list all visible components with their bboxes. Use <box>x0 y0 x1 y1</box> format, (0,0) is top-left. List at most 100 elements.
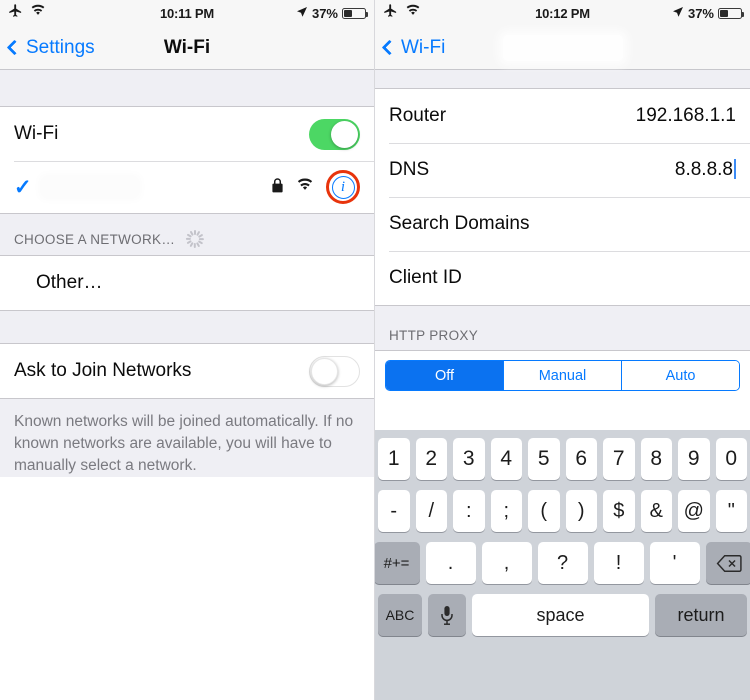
status-right-icons: 37% <box>672 5 744 21</box>
key-return[interactable]: return <box>655 594 747 636</box>
back-to-settings-button[interactable]: Settings <box>0 37 95 59</box>
bottom-fill <box>0 540 374 700</box>
table-row[interactable]: Search Domains <box>375 197 750 251</box>
network-info-button[interactable]: i <box>326 170 360 204</box>
other-network-group: Other… <box>0 255 374 311</box>
spacer-mid <box>0 311 374 343</box>
toggle-knob <box>331 120 358 148</box>
proxy-option-manual[interactable]: Manual <box>504 361 622 390</box>
table-row[interactable]: DNS 8.8.8.8 <box>375 143 750 197</box>
wifi-group: Wi-Fi ✓ i <box>0 106 374 214</box>
location-arrow-icon <box>672 6 684 21</box>
keyboard-row-symbols: - / : ; ( ) $ & @ " <box>378 490 747 532</box>
back-label: Wi-Fi <box>401 36 446 58</box>
table-row[interactable]: Client ID <box>375 251 750 305</box>
http-proxy-segmented-control[interactable]: Off Manual Auto <box>385 360 740 391</box>
battery-icon <box>718 7 744 19</box>
ask-to-join-footer: Known networks will be joined automatica… <box>0 399 374 477</box>
key-4[interactable]: 4 <box>490 438 522 480</box>
dual-screenshot: 10:11 PM 37% Settings Wi-Fi Wi-Fi ✓ i CH… <box>0 0 750 700</box>
status-bar-right: 10:12 PM 37% <box>375 0 750 26</box>
back-to-wifi-button[interactable]: Wi-Fi <box>375 37 445 59</box>
key-ampersand[interactable]: & <box>640 490 672 532</box>
wifi-toggle[interactable] <box>309 118 360 150</box>
chevron-left-icon <box>6 39 23 56</box>
key-semicolon[interactable]: ; <box>490 490 522 532</box>
dns-input[interactable]: 8.8.8.8 <box>675 159 736 181</box>
wifi-toggle-row[interactable]: Wi-Fi <box>0 107 374 161</box>
ip-settings-group: Router 192.168.1.1 DNS 8.8.8.8 Search Do… <box>375 88 750 306</box>
key-0[interactable]: 0 <box>715 438 747 480</box>
key-abc[interactable]: ABC <box>378 594 422 636</box>
http-proxy-control-wrap: Off Manual Auto <box>375 350 750 402</box>
ask-to-join-toggle[interactable] <box>309 355 360 387</box>
keyboard-row-punctuation: #+= . , ? ! ' <box>375 542 750 584</box>
key-question[interactable]: ? <box>537 542 588 584</box>
wifi-signal-icon <box>296 178 314 197</box>
other-network-row[interactable]: Other… <box>0 256 374 310</box>
key-period[interactable]: . <box>425 542 476 584</box>
key-space[interactable]: space <box>472 594 649 636</box>
numeric-keyboard: 1 2 3 4 5 6 7 8 9 0 - / : ; ( ) $ & @ " … <box>375 430 750 700</box>
row-label: Search Domains <box>389 213 530 234</box>
row-value[interactable]: 192.168.1.1 <box>636 105 736 127</box>
network-detail-screen: 10:12 PM 37% Wi-Fi Router 192.168.1.1 DN… <box>375 0 750 700</box>
battery-percent: 37% <box>687 5 714 21</box>
key-comma[interactable]: , <box>481 542 532 584</box>
key-5[interactable]: 5 <box>528 438 560 480</box>
key-dollar[interactable]: $ <box>603 490 635 532</box>
toggle-knob <box>311 357 338 385</box>
page-title <box>502 34 623 61</box>
backspace-icon[interactable] <box>705 542 750 584</box>
key-colon[interactable]: : <box>453 490 485 532</box>
key-paren-open[interactable]: ( <box>528 490 560 532</box>
key-paren-close[interactable]: ) <box>565 490 597 532</box>
http-proxy-header: HTTP PROXY <box>375 306 750 350</box>
ask-to-join-row[interactable]: Ask to Join Networks <box>0 344 374 398</box>
table-row[interactable]: Router 192.168.1.1 <box>375 89 750 143</box>
key-slash[interactable]: / <box>415 490 447 532</box>
status-right-icons: 37% <box>296 5 368 21</box>
choose-network-header: CHOOSE A NETWORK… <box>0 214 374 255</box>
microphone-icon[interactable] <box>428 594 466 636</box>
back-label: Settings <box>26 36 95 58</box>
key-7[interactable]: 7 <box>603 438 635 480</box>
key-more-symbols[interactable]: #+= <box>375 542 420 584</box>
battery-percent: 37% <box>311 5 338 21</box>
key-1[interactable]: 1 <box>378 438 410 480</box>
row-label: DNS <box>389 159 430 180</box>
key-apostrophe[interactable]: ' <box>649 542 700 584</box>
checkmark-icon: ✓ <box>14 175 32 199</box>
location-arrow-icon <box>296 6 308 21</box>
key-at[interactable]: @ <box>678 490 710 532</box>
key-exclamation[interactable]: ! <box>593 542 644 584</box>
keyboard-row-numbers: 1 2 3 4 5 6 7 8 9 0 <box>378 438 747 480</box>
highlight-ring <box>326 170 360 204</box>
other-label: Other… <box>36 272 103 293</box>
proxy-option-auto[interactable]: Auto <box>622 361 739 390</box>
row-label: Router <box>389 105 447 126</box>
key-9[interactable]: 9 <box>678 438 710 480</box>
key-hyphen[interactable]: - <box>378 490 410 532</box>
activity-spinner-icon <box>185 230 205 248</box>
nav-bar-left: Settings Wi-Fi <box>0 26 374 70</box>
chevron-left-icon <box>381 39 398 56</box>
nav-bar-right: Wi-Fi <box>375 26 750 70</box>
key-6[interactable]: 6 <box>565 438 597 480</box>
key-2[interactable]: 2 <box>415 438 447 480</box>
battery-icon <box>342 7 368 19</box>
lock-icon <box>271 177 284 198</box>
key-3[interactable]: 3 <box>453 438 485 480</box>
proxy-option-off[interactable]: Off <box>386 361 504 390</box>
ask-to-join-label: Ask to Join Networks <box>14 360 192 381</box>
row-label: Client ID <box>389 267 462 288</box>
key-8[interactable]: 8 <box>640 438 672 480</box>
status-bar-left: 10:11 PM 37% <box>0 0 374 26</box>
spacer-top <box>375 70 750 88</box>
keyboard-row-bottom: ABC space return <box>378 594 747 636</box>
key-quote[interactable]: " <box>715 490 747 532</box>
connected-network-row[interactable]: ✓ i <box>0 161 374 213</box>
wifi-label: Wi-Fi <box>14 123 59 144</box>
spacer-top <box>0 70 374 106</box>
network-row-icons: i <box>271 170 360 204</box>
